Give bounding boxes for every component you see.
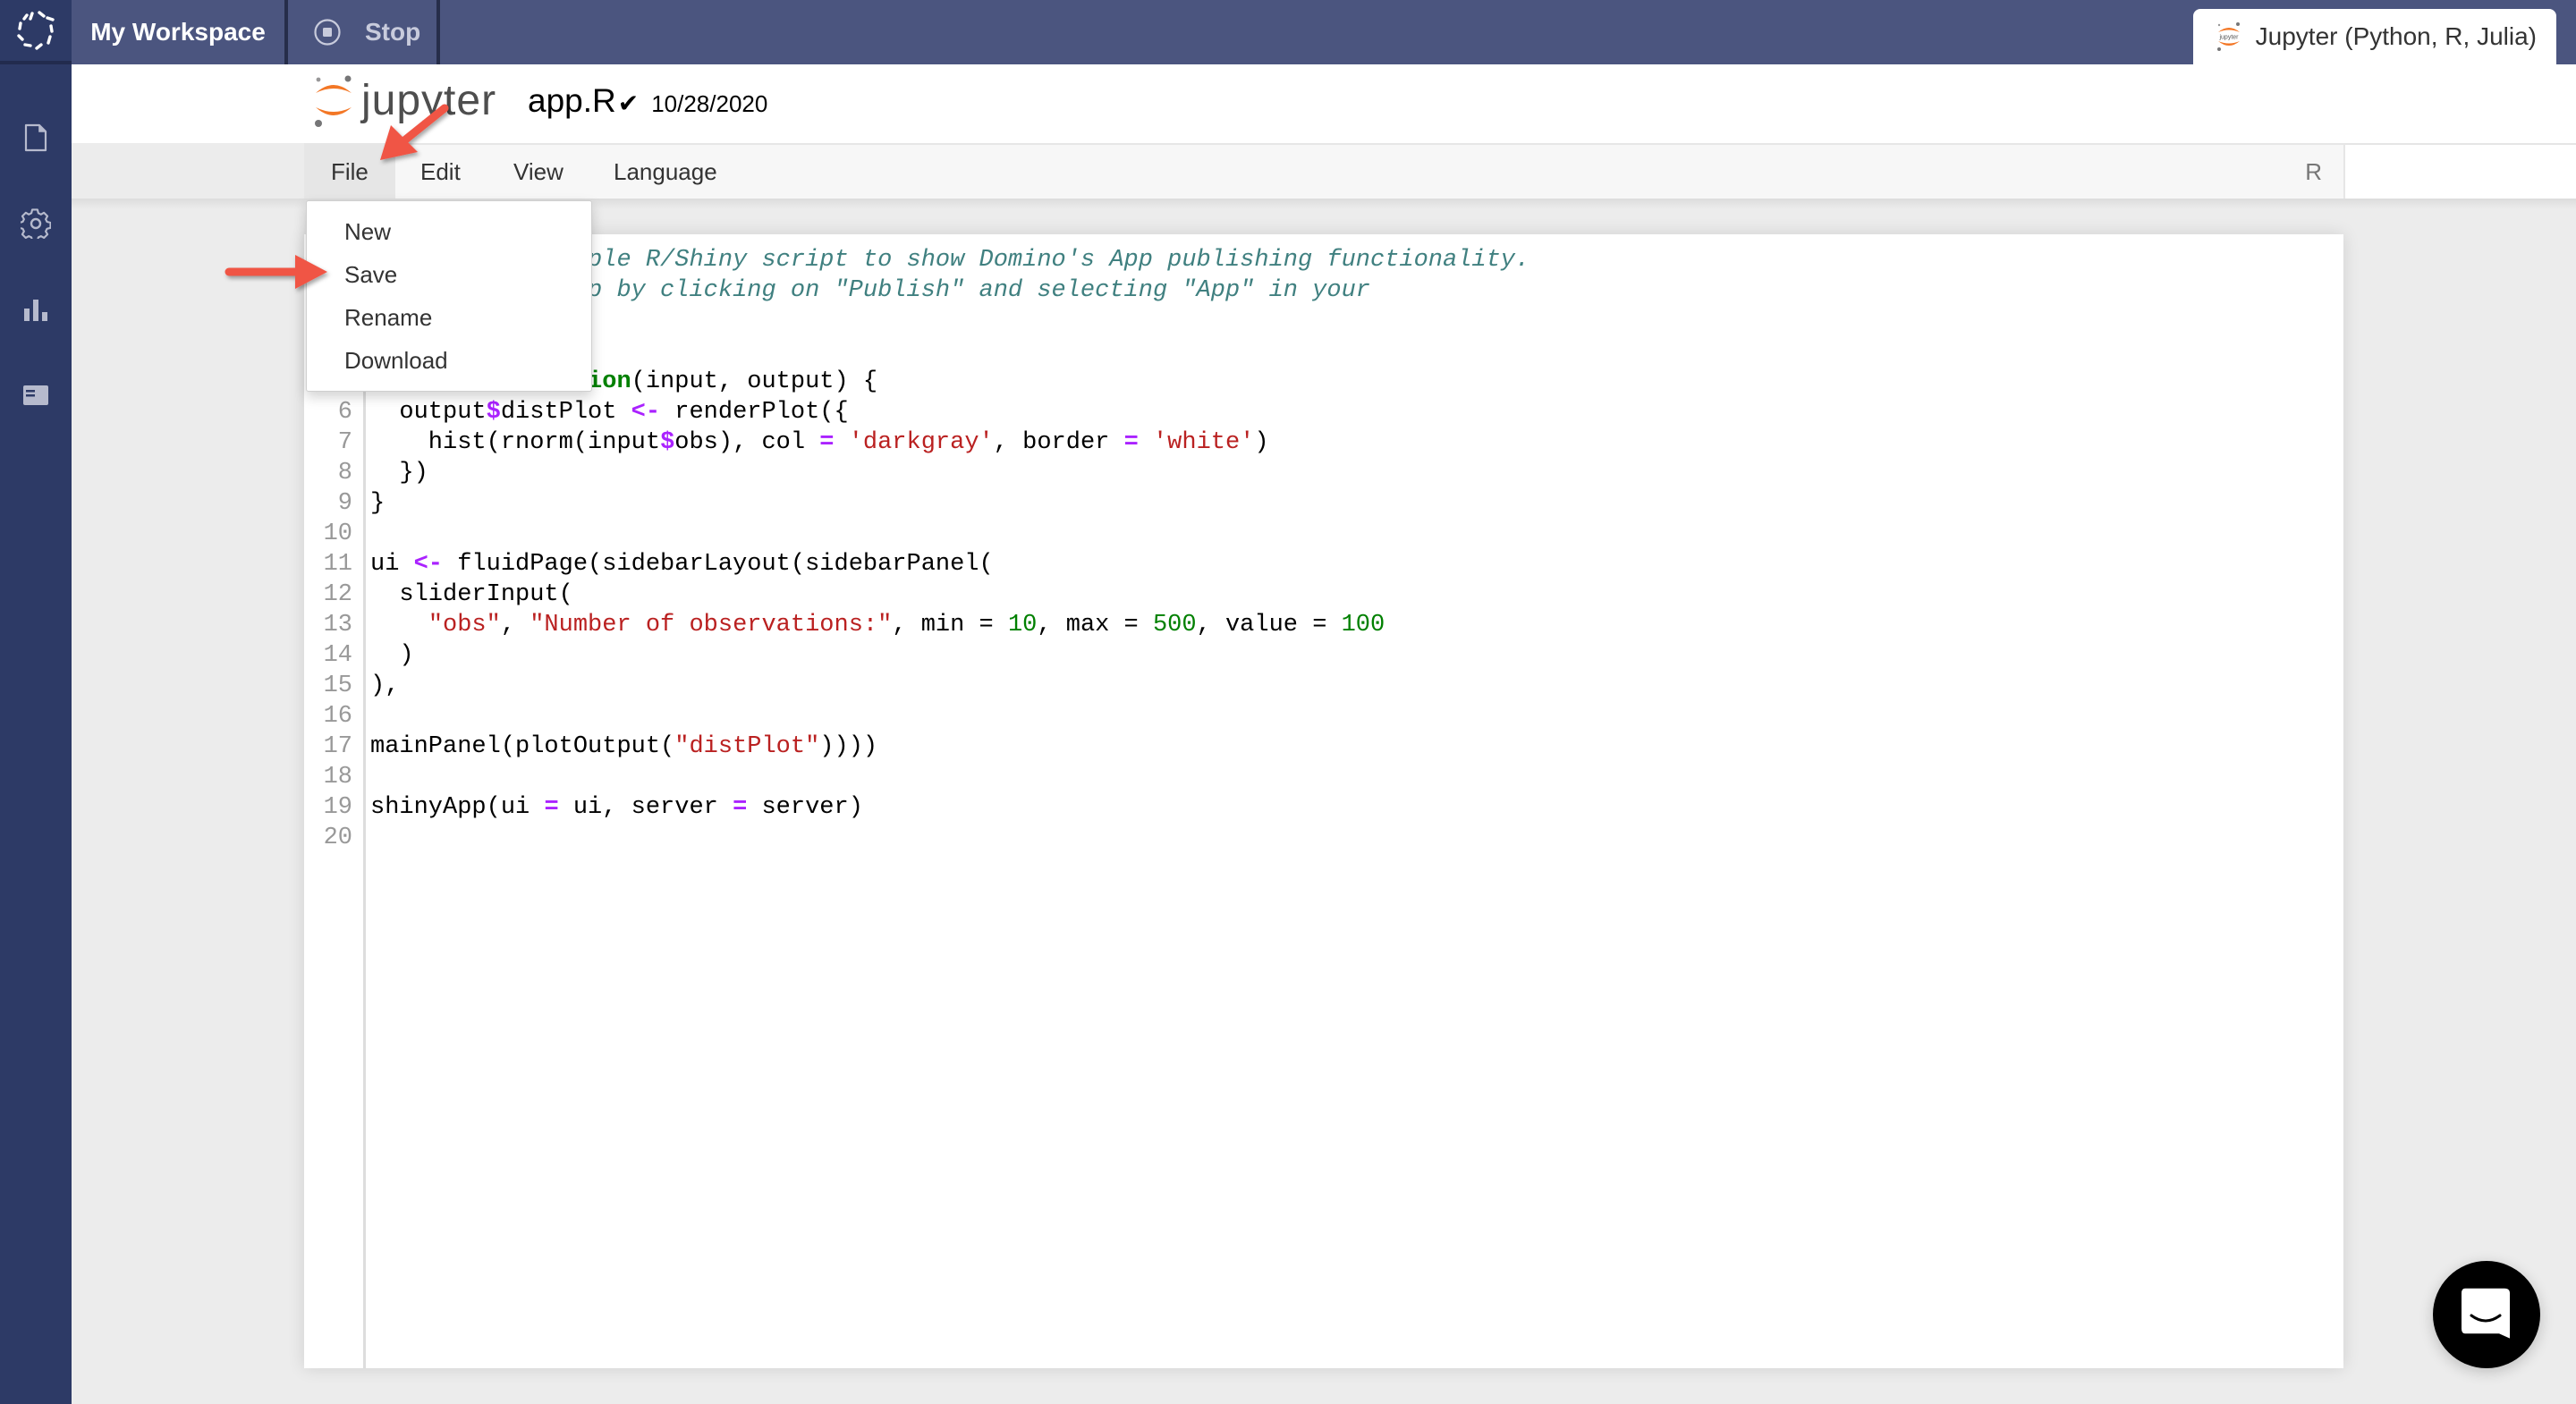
line-content: sliderInput(: [370, 581, 573, 608]
code-line[interactable]: 18: [324, 762, 2343, 792]
jupyter-logo-text: jupyter: [361, 76, 497, 124]
menu-bar: File Edit View Language R: [304, 143, 2343, 199]
bar-chart-icon: [24, 300, 47, 321]
line-number: 9: [337, 490, 352, 517]
topbar-divider: [436, 0, 440, 64]
menu-item-new[interactable]: New: [307, 210, 591, 253]
line-content: hist(rnorm(input$obs), col = 'darkgray',…: [370, 429, 1269, 456]
line-number: 16: [323, 703, 352, 730]
line-number: 12: [323, 581, 352, 608]
jupyter-header: jupyter app.R ✔ 10/28/2020: [72, 64, 2576, 143]
menu-language[interactable]: Language: [587, 145, 744, 199]
jupyter-logo[interactable]: jupyter: [311, 72, 496, 129]
line-number: 7: [337, 429, 352, 456]
jupyter-tab-label: Jupyter (Python, R, Julia): [2255, 22, 2537, 50]
rail-metrics-button[interactable]: [18, 292, 54, 327]
jupyter-logo-icon: [315, 75, 352, 127]
code-line[interactable]: 2# Publish an app by clicking on "Publis…: [338, 275, 2343, 306]
code-line[interactable]: 5server <- function(input, output) {: [338, 367, 2343, 397]
file-menu-dropdown: New Save Rename Download: [306, 200, 592, 392]
notebook-title: app.R ✔ 10/28/2020: [528, 82, 767, 120]
top-bar: My Workspace Stop jupyter Jupyter (Pytho…: [72, 0, 2576, 64]
menu-item-save[interactable]: Save: [307, 253, 591, 296]
code-line[interactable]: 9}: [338, 488, 2343, 519]
my-workspace-title: My Workspace: [90, 18, 266, 46]
last-modified-date: 10/28/2020: [651, 90, 768, 117]
line-content: "obs", "Number of observations:", min = …: [428, 612, 1385, 639]
language-indicator: R: [2305, 158, 2322, 185]
line-number: 8: [337, 460, 352, 486]
jupyter-logo-icon: jupyter: [2216, 22, 2240, 51]
rail-files-button[interactable]: [18, 120, 54, 156]
saved-check-icon: ✔: [617, 89, 640, 117]
code-line[interactable]: 3# project.: [338, 306, 2343, 336]
line-number: 14: [323, 642, 352, 669]
line-content: mainPanel(plotOutput("distPlot")))): [370, 733, 878, 760]
line-number: 6: [337, 399, 352, 426]
stop-label: Stop: [365, 18, 421, 46]
line-content: }): [370, 460, 428, 486]
code-line[interactable]: 20: [324, 823, 2343, 853]
stop-button[interactable]: Stop: [288, 0, 436, 64]
chat-bubble-icon: [2462, 1288, 2510, 1339]
code-line[interactable]: 1# This is a sample R/Shiny script to sh…: [338, 245, 2343, 275]
code-line[interactable]: 11 ui <- fluidPage(sidebarLayout(sidebarP…: [324, 549, 2343, 579]
domino-logo[interactable]: [0, 0, 72, 61]
rail-divider: [0, 61, 72, 64]
code-line[interactable]: 12 sliderInput(: [324, 579, 2343, 610]
rail-settings-button[interactable]: [18, 206, 54, 241]
menu-item-rename[interactable]: Rename: [307, 296, 591, 339]
code-line[interactable]: 15),: [324, 671, 2343, 701]
line-content: ui <- fluidPage(sidebarLayout(sidebarPan…: [370, 551, 994, 578]
left-rail: [0, 0, 72, 1404]
code-line[interactable]: 6 output$distPlot <- renderPlot({: [338, 397, 2343, 427]
jupyter-tab[interactable]: jupyter Jupyter (Python, R, Julia): [2192, 9, 2556, 64]
file-name[interactable]: app.R: [528, 82, 616, 120]
menu-edit[interactable]: Edit: [394, 145, 487, 199]
stop-icon: [314, 19, 341, 46]
line-content: ): [370, 642, 414, 669]
card-icon: [23, 385, 48, 405]
line-number: 18: [323, 764, 352, 791]
code-line[interactable]: 17 mainPanel(plotOutput("distPlot")))): [324, 732, 2343, 762]
line-number: 10: [323, 520, 352, 547]
file-icon: [24, 123, 47, 152]
menu-bar-extension: [2343, 143, 2576, 199]
line-number: 20: [323, 825, 352, 851]
code-line[interactable]: 8 }): [338, 458, 2343, 488]
line-content: output$distPlot <- renderPlot({: [370, 399, 849, 426]
svg-text:jupyter: jupyter: [2218, 35, 2239, 41]
line-number: 17: [323, 733, 352, 760]
menu-item-download[interactable]: Download: [307, 339, 591, 382]
menu-view[interactable]: View: [487, 145, 590, 199]
line-number: 15: [323, 672, 352, 699]
code-line[interactable]: 4: [338, 336, 2343, 367]
code-line[interactable]: 13 "obs", "Number of observations:", min…: [324, 610, 2343, 640]
chat-widget-button[interactable]: [2433, 1261, 2540, 1368]
line-number: 13: [323, 612, 352, 639]
rail-panel-button[interactable]: [18, 377, 54, 413]
code-line[interactable]: 19 shinyApp(ui = ui, server = server): [324, 792, 2343, 823]
line-number: 19: [323, 794, 352, 821]
code-line[interactable]: 10: [324, 519, 2343, 549]
domino-logo-icon: [17, 11, 55, 50]
code-area[interactable]: 1# This is a sample R/Shiny script to sh…: [324, 245, 2343, 853]
code-editor[interactable]: 1# This is a sample R/Shiny script to sh…: [304, 234, 2343, 1368]
menu-file[interactable]: File: [304, 145, 395, 199]
code-line[interactable]: 14 ): [324, 640, 2343, 671]
gear-icon: [21, 208, 51, 239]
code-line[interactable]: 16: [324, 701, 2343, 732]
line-content: ),: [370, 672, 400, 699]
line-number: 11: [323, 551, 352, 578]
line-content: }: [370, 490, 386, 517]
code-line[interactable]: 7 hist(rnorm(input$obs), col = 'darkgray…: [338, 427, 2343, 458]
line-content: shinyApp(ui = ui, server = server): [370, 794, 863, 821]
